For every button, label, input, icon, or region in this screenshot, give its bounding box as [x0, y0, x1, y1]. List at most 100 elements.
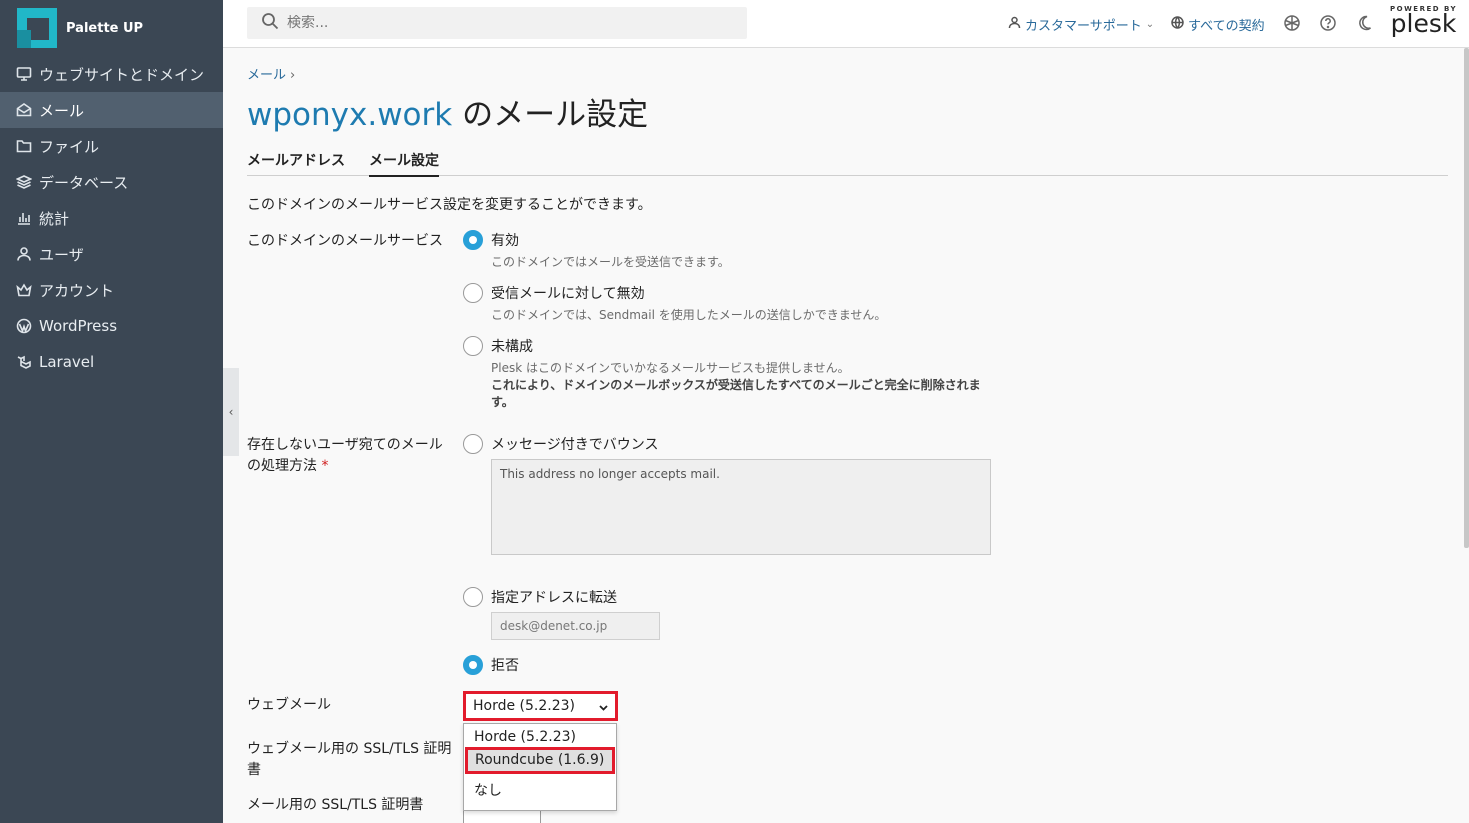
- nonexistent-user-label-line2: の処理方法: [247, 458, 317, 474]
- radio-hint: Plesk はこのドメインでいかなるメールサービスも提供しません。 これにより、…: [491, 360, 991, 411]
- webmail-ssl-label-line2: 書: [247, 762, 261, 778]
- sidebar-item-label: ウェブサイトとドメイン: [39, 65, 205, 84]
- top-header: カスタマーサポート ⌄ すべての契約 POWERED BY plesk: [223, 0, 1469, 48]
- sidebar-item-label: メール: [39, 101, 85, 120]
- required-mark: *: [321, 458, 329, 474]
- radio-forward[interactable]: 指定アドレスに転送: [463, 587, 617, 607]
- webmail-ssl-label: ウェブメール用の SSL/TLS 証明 書: [247, 739, 452, 781]
- radio-reject[interactable]: 拒否: [463, 655, 519, 675]
- radio-button[interactable]: [463, 283, 483, 303]
- extensions-icon[interactable]: [1283, 14, 1301, 32]
- radio-button[interactable]: [463, 230, 483, 250]
- webmail-selected-value: Horde (5.2.23): [473, 698, 576, 714]
- brand[interactable]: Palette UP: [0, 0, 223, 56]
- sidebar-item-label: ファイル: [39, 137, 100, 156]
- dark-mode-icon[interactable]: [1355, 14, 1373, 32]
- sidebar-item-users[interactable]: ユーザ: [0, 236, 223, 272]
- sidebar-item-wordpress[interactable]: WordPress: [0, 308, 223, 344]
- forward-address-input[interactable]: desk@denet.co.jp: [491, 612, 660, 640]
- sidebar-item-account[interactable]: アカウント: [0, 272, 223, 308]
- sidebar-item-laravel[interactable]: Laravel: [0, 344, 223, 380]
- bar-chart-icon: [15, 209, 33, 227]
- sidebar-item-label: Laravel: [39, 353, 95, 371]
- sidebar-item-websites[interactable]: ウェブサイトとドメイン: [0, 56, 223, 92]
- webmail-option-none[interactable]: なし: [464, 778, 616, 805]
- plesk-wordmark: plesk: [1390, 9, 1457, 38]
- customer-support-menu[interactable]: カスタマーサポート ⌄: [1008, 15, 1154, 34]
- radio-hint: このドメインでは、Sendmail を使用したメールの送信しかできません。: [491, 308, 887, 322]
- radio-label: 受信メールに対して無効: [491, 286, 645, 302]
- tab-bar: メールアドレス メール設定: [247, 150, 1448, 177]
- sidebar-nav: ウェブサイトとドメイン メール ファイル データベース 統計 ユーザ アカウント: [0, 56, 223, 380]
- page-description: このドメインのメールサービス設定を変更することができます。: [247, 197, 652, 213]
- user-icon: [15, 245, 33, 263]
- radio-mail-unconfigured[interactable]: 未構成: [463, 336, 533, 356]
- laravel-icon: [15, 353, 33, 371]
- all-contracts-link[interactable]: すべての契約: [1171, 15, 1265, 34]
- radio-mail-enabled[interactable]: 有効: [463, 230, 519, 250]
- radio-label: 未構成: [491, 339, 533, 355]
- webmail-label: ウェブメール: [247, 697, 331, 713]
- nonexistent-user-label-line1: 存在しないユーザ宛てのメール: [247, 437, 443, 453]
- sidebar-item-label: WordPress: [39, 317, 118, 335]
- radio-label: 拒否: [491, 658, 519, 674]
- radio-label: 指定アドレスに転送: [491, 590, 617, 606]
- mail-ssl-select[interactable]: [463, 810, 541, 823]
- tab-mail-settings[interactable]: メール設定: [369, 150, 439, 177]
- sidebar-item-files[interactable]: ファイル: [0, 128, 223, 164]
- folder-icon: [15, 137, 33, 155]
- breadcrumb-separator: ›: [290, 68, 296, 83]
- radio-label: 有効: [491, 233, 519, 249]
- brand-logo-icon: [17, 8, 57, 48]
- sidebar-item-mail[interactable]: メール: [0, 92, 223, 128]
- webmail-dropdown: Horde (5.2.23) Roundcube (1.6.9) なし: [463, 723, 617, 811]
- search-bar[interactable]: [247, 7, 747, 39]
- page-scrollbar[interactable]: [1464, 48, 1469, 548]
- sidebar-item-label: アカウント: [39, 281, 115, 300]
- breadcrumb-mail-link[interactable]: メール: [247, 68, 286, 83]
- sidebar-item-statistics[interactable]: 統計: [0, 200, 223, 236]
- radio-hint: このドメインではメールを受送信できます。: [491, 255, 730, 269]
- page-title-domain[interactable]: wponyx.work: [247, 97, 452, 133]
- user-icon: [1008, 16, 1025, 33]
- customer-support-label: カスタマーサポート: [1025, 19, 1142, 34]
- plesk-logo: POWERED BY plesk: [1390, 5, 1457, 36]
- nonexistent-user-label: 存在しないユーザ宛てのメール の処理方法 *: [247, 435, 452, 477]
- chevron-down-icon: [598, 701, 609, 717]
- radio-hint-text: Plesk はこのドメインでいかなるメールサービスも提供しません。: [491, 361, 850, 375]
- radio-bounce[interactable]: メッセージ付きでバウンス: [463, 434, 658, 454]
- radio-mail-incoming-disabled[interactable]: 受信メールに対して無効: [463, 283, 645, 303]
- radio-button[interactable]: [463, 655, 483, 675]
- brand-name: Palette UP: [66, 20, 144, 36]
- sidebar-item-label: 統計: [39, 209, 70, 228]
- sidebar-collapse-toggle[interactable]: ‹: [223, 368, 239, 456]
- breadcrumb: メール ›: [247, 64, 295, 83]
- webmail-ssl-label-line1: ウェブメール用の SSL/TLS 証明: [247, 741, 452, 757]
- search-input[interactable]: [287, 15, 707, 31]
- mail-icon: [15, 101, 33, 119]
- bounce-message-textarea[interactable]: This address no longer accepts mail.: [491, 459, 991, 555]
- radio-button[interactable]: [463, 434, 483, 454]
- radio-warning-line2: す。: [491, 395, 514, 409]
- search-icon: [261, 12, 279, 34]
- sidebar-item-label: ユーザ: [39, 245, 84, 264]
- webmail-option-roundcube[interactable]: Roundcube (1.6.9): [465, 747, 615, 774]
- globe-icon: [1171, 16, 1188, 33]
- radio-label: メッセージ付きでバウンス: [491, 437, 659, 453]
- page-title: wponyx.work のメール設定: [247, 89, 648, 134]
- webmail-select[interactable]: Horde (5.2.23): [463, 691, 618, 721]
- chevron-left-icon: ‹: [228, 405, 234, 419]
- radio-button[interactable]: [463, 336, 483, 356]
- radio-button[interactable]: [463, 587, 483, 607]
- mail-ssl-label: メール用の SSL/TLS 証明書: [247, 797, 424, 813]
- sidebar-item-label: データベース: [39, 173, 129, 192]
- tab-mail-addresses[interactable]: メールアドレス: [247, 150, 345, 175]
- mail-service-label: このドメインのメールサービス: [247, 233, 443, 249]
- all-contracts-label: すべての契約: [1188, 19, 1265, 34]
- database-icon: [15, 173, 33, 191]
- crown-icon: [15, 281, 33, 299]
- sidebar-item-databases[interactable]: データベース: [0, 164, 223, 200]
- page-title-suffix: のメール設定: [452, 97, 649, 133]
- help-icon[interactable]: [1319, 14, 1337, 32]
- monitor-icon: [15, 65, 33, 83]
